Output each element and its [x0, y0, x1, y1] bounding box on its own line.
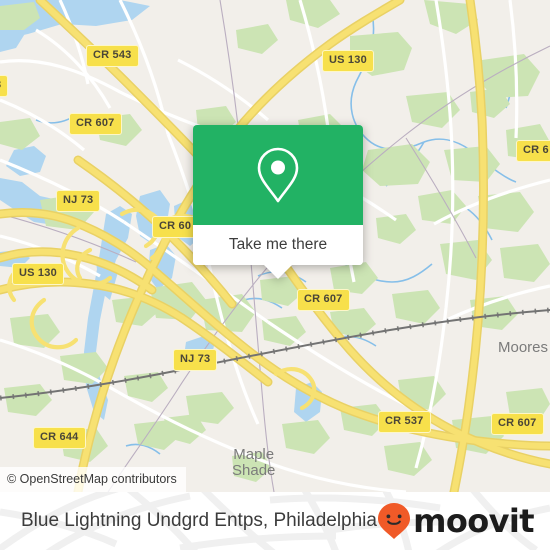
popup-action-label[interactable]: Take me there: [193, 225, 363, 265]
map-attribution[interactable]: © OpenStreetMap contributors: [0, 466, 186, 492]
road-shield: CR 644: [33, 427, 86, 449]
location-popup-card[interactable]: Take me there: [193, 125, 363, 279]
footer-bar: Blue Lightning Undgrd Entps, Philadelphi…: [0, 492, 550, 550]
moovit-wordmark: moovit: [413, 502, 534, 540]
road-shield: CR 537: [378, 411, 431, 433]
road-shield: US 130: [322, 50, 374, 72]
road-shield: CR 607: [491, 413, 544, 435]
moovit-pin-icon: [378, 503, 411, 539]
road-shield: US 130: [12, 263, 64, 285]
popup-pointer-tail: [264, 265, 292, 279]
road-shield: NJ 73: [173, 349, 218, 371]
road-shield: NJ 73: [56, 190, 101, 212]
road-shield: CR 6: [516, 140, 550, 162]
app-screen: 3 CR 543 US 130 CR 607 CR 6 NJ 73 CR 60 …: [0, 0, 550, 550]
popup-card-header: [193, 125, 363, 225]
road-shield: CR 60: [152, 216, 199, 238]
page-title: Blue Lightning Undgrd Entps, Philadelphi…: [21, 510, 377, 531]
popup-card-body: Take me there: [193, 125, 363, 265]
place-label-moorestown: Moores: [498, 339, 549, 356]
road-shield: 3: [0, 75, 9, 97]
place-label-maple-shade: Maple Shade: [232, 446, 276, 479]
moovit-logo[interactable]: moovit: [377, 492, 535, 550]
road-shield: CR 607: [297, 289, 350, 311]
map-canvas[interactable]: 3 CR 543 US 130 CR 607 CR 6 NJ 73 CR 60 …: [0, 0, 550, 492]
map-pin-icon: [257, 147, 299, 203]
road-shield: CR 543: [86, 45, 139, 67]
road-shield: CR 607: [69, 113, 122, 135]
